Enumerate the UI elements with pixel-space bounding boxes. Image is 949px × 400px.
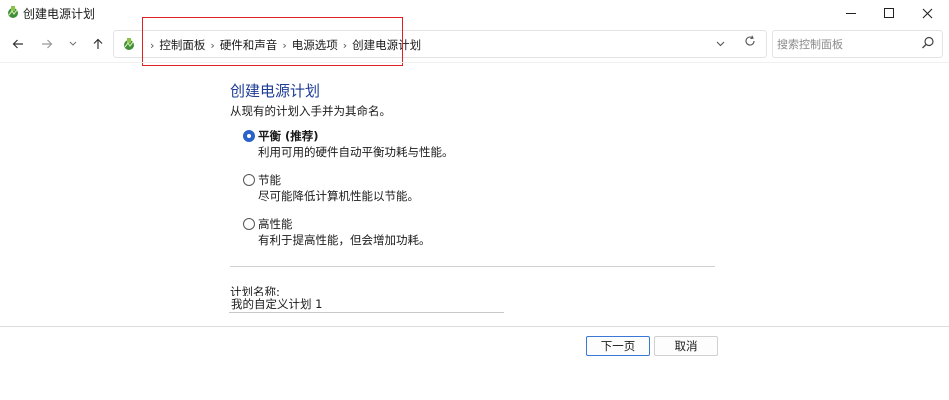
main-content: 创建电源计划 从现有的计划入手并为其命名。 平衡 (推荐) 利用可用的硬件自动平… xyxy=(0,62,949,326)
search-icon[interactable] xyxy=(921,36,935,50)
footer: 下一页 取消 xyxy=(0,326,949,400)
breadcrumb-separator-icon[interactable]: › xyxy=(210,39,214,52)
divider xyxy=(230,266,715,267)
forward-button[interactable] xyxy=(37,34,57,54)
plan-option-label[interactable]: 高性能 xyxy=(258,216,293,232)
breadcrumb-separator-icon[interactable]: › xyxy=(282,39,286,52)
window-title: 创建电源计划 xyxy=(23,7,96,21)
radio-power-saver[interactable] xyxy=(243,174,255,186)
cancel-button[interactable]: 取消 xyxy=(654,336,718,356)
navigation-bar: › 控制面板 › 硬件和声音 › 电源选项 › 创建电源计划 xyxy=(0,26,949,62)
plan-option-label[interactable]: 节能 xyxy=(258,172,281,188)
search-box[interactable] xyxy=(772,30,943,58)
breadcrumb: › 控制面板 › 硬件和声音 › 电源选项 › 创建电源计划 xyxy=(150,37,421,53)
breadcrumb-item-control-panel[interactable]: 控制面板 xyxy=(159,37,205,53)
breadcrumb-item-hardware-and-sound[interactable]: 硬件和声音 xyxy=(220,37,278,53)
page-title: 创建电源计划 xyxy=(230,82,321,100)
breadcrumb-separator-icon: › xyxy=(150,38,155,52)
radio-high-performance[interactable] xyxy=(243,218,255,230)
up-button[interactable] xyxy=(88,34,108,54)
title-bar: 创建电源计划 xyxy=(0,0,949,26)
plan-option-description: 利用可用的硬件自动平衡功耗与性能。 xyxy=(258,145,454,159)
chevron-down-icon xyxy=(69,41,77,46)
address-dropdown-button[interactable] xyxy=(716,37,725,50)
arrow-right-icon xyxy=(42,39,53,49)
search-input[interactable] xyxy=(777,35,917,53)
plan-option-description: 有利于提高性能，但会增加功耗。 xyxy=(258,233,431,247)
power-options-icon xyxy=(8,6,18,18)
refresh-icon xyxy=(745,35,755,46)
radio-balanced[interactable] xyxy=(243,130,255,142)
refresh-button[interactable] xyxy=(744,35,756,51)
next-button[interactable]: 下一页 xyxy=(586,336,650,356)
close-icon xyxy=(922,8,932,18)
breadcrumb-separator-icon[interactable]: › xyxy=(343,39,347,52)
address-bar[interactable]: › 控制面板 › 硬件和声音 › 电源选项 › 创建电源计划 xyxy=(113,30,767,58)
plan-option-label[interactable]: 平衡 (推荐) xyxy=(258,128,319,144)
plan-option-description: 尽可能降低计算机性能以节能。 xyxy=(258,189,419,203)
page-description: 从现有的计划入手并为其命名。 xyxy=(230,104,391,118)
close-button[interactable] xyxy=(905,0,949,26)
arrow-left-icon xyxy=(12,39,23,49)
chevron-down-icon xyxy=(716,41,725,47)
recent-locations-button[interactable] xyxy=(63,34,83,54)
arrow-up-icon xyxy=(93,38,103,49)
breadcrumb-item-power-options[interactable]: 电源选项 xyxy=(292,37,338,53)
minimize-icon xyxy=(846,12,856,14)
maximize-icon xyxy=(884,8,894,18)
plan-name-input[interactable] xyxy=(229,296,504,313)
back-button[interactable] xyxy=(8,34,28,54)
breadcrumb-item-create-power-plan[interactable]: 创建电源计划 xyxy=(352,37,421,53)
control-panel-icon xyxy=(124,38,134,50)
